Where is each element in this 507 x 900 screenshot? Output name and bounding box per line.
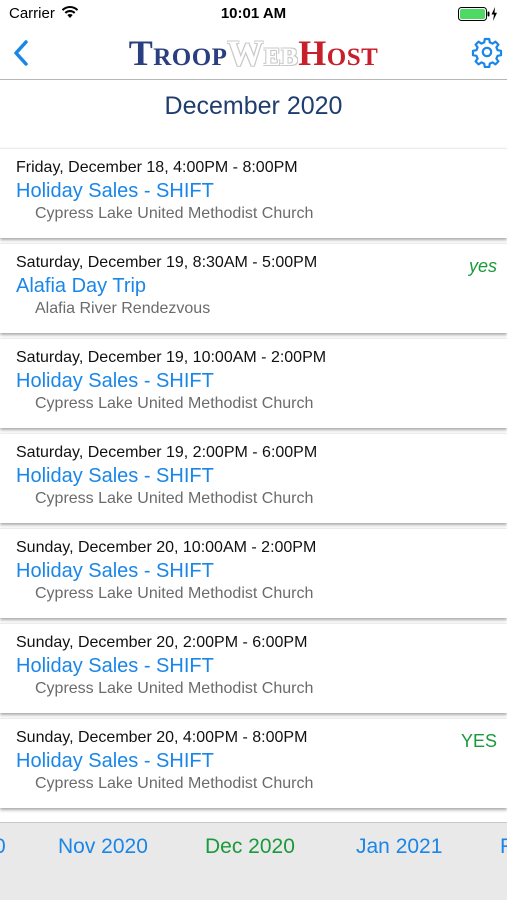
event-title[interactable]: Holiday Sales - SHIFT [16,180,214,203]
event-date: Sunday, December 20, 4:00PM - 8:00PM [16,729,308,746]
event-card[interactable]: Friday, December 18, 4:00PM - 8:00PM Hol… [0,148,507,238]
event-location: Cypress Lake United Methodist Church [35,775,314,792]
event-location: Cypress Lake United Methodist Church [35,680,314,697]
event-date: Friday, December 18, 4:00PM - 8:00PM [16,159,298,176]
battery-icon [458,7,497,21]
logo-troop: Troop [128,33,228,73]
nav-bar: TroopWebHost [0,28,507,80]
event-title[interactable]: Alafia Day Trip [16,275,146,298]
event-card[interactable]: Saturday, December 19, 8:30AM - 5:00PM A… [0,243,507,333]
status-bar: Carrier 10:01 AM [0,0,507,28]
event-card[interactable]: Sunday, December 20, 10:00AM - 2:00PM Ho… [0,528,507,618]
event-date: Saturday, December 19, 10:00AM - 2:00PM [16,349,327,366]
event-date: Sunday, December 20, 10:00AM - 2:00PM [16,539,317,556]
event-title[interactable]: Holiday Sales - SHIFT [16,750,214,773]
event-card[interactable]: Saturday, December 19, 2:00PM - 6:00PM H… [0,433,507,523]
event-location: Cypress Lake United Methodist Church [35,585,314,602]
event-title[interactable]: Holiday Sales - SHIFT [16,655,214,678]
event-card[interactable]: Saturday, December 19, 10:00AM - 2:00PM … [0,338,507,428]
event-title[interactable]: Holiday Sales - SHIFT [16,560,214,583]
event-card[interactable]: Sunday, December 20, 2:00PM - 6:00PM Hol… [0,623,507,713]
event-location: Cypress Lake United Methodist Church [35,490,314,507]
rsvp-status: yes [468,256,497,276]
month-next-partial[interactable]: F [500,835,507,859]
month-prev[interactable]: Nov 2020 [58,835,148,859]
logo-web: Web [227,33,299,73]
rsvp-status: YES [460,731,497,751]
event-location: Cypress Lake United Methodist Church [35,395,314,412]
month-current[interactable]: Dec 2020 [205,835,295,859]
event-location: Alafia River Rendezvous [35,300,211,317]
event-title[interactable]: Holiday Sales - SHIFT [16,465,214,488]
app-logo: TroopWebHost [0,32,507,74]
gear-icon[interactable] [471,36,503,68]
event-location: Cypress Lake United Methodist Church [35,205,314,222]
charging-bolt-icon [491,7,497,21]
clock: 10:01 AM [220,5,287,22]
event-list: Friday, December 18, 4:00PM - 8:00PM Hol… [0,148,507,813]
month-prev-partial[interactable]: 0 [0,835,6,859]
month-selector: 0 Nov 2020 Dec 2020 Jan 2021 F [0,822,507,900]
event-date: Saturday, December 19, 8:30AM - 5:00PM [16,254,318,271]
event-date: Saturday, December 19, 2:00PM - 6:00PM [16,444,318,461]
logo-host: Host [298,33,379,73]
month-next[interactable]: Jan 2021 [356,835,442,859]
event-title[interactable]: Holiday Sales - SHIFT [16,370,214,393]
event-date: Sunday, December 20, 2:00PM - 6:00PM [16,634,308,651]
event-card[interactable]: Sunday, December 20, 4:00PM - 8:00PM Hol… [0,718,507,808]
month-title: December 2020 [164,92,343,120]
